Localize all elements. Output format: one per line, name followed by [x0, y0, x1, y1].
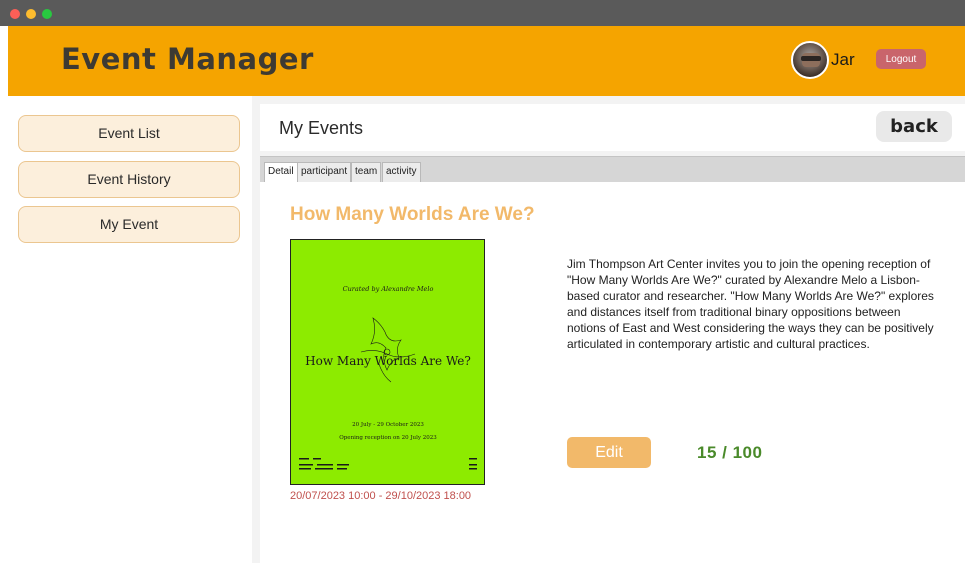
avatar-visor-icon [801, 56, 821, 61]
close-window-icon[interactable] [10, 9, 20, 19]
event-poster: Curated by Alexandre Melo How Many World… [290, 239, 485, 485]
participant-capacity: 15 / 100 [697, 443, 763, 462]
tab-team[interactable]: team [351, 162, 382, 182]
event-dates: 20/07/2023 10:00 - 29/10/2023 18:00 [290, 490, 472, 502]
sidebar: Event List Event History My Event [8, 96, 252, 563]
poster-footer-marks [299, 458, 477, 470]
minimize-window-icon[interactable] [26, 9, 36, 19]
window-titlebar [0, 0, 965, 26]
sidebar-item-event-list[interactable]: Event List [18, 115, 240, 152]
event-description: Jim Thompson Art Center invites you to j… [567, 257, 934, 351]
poster-artwork: Curated by Alexandre Melo How Many World… [299, 285, 477, 470]
event-title: How Many Worlds Are We? [290, 204, 535, 225]
tab-bar: Detail participant team activity [260, 156, 965, 182]
poster-figure-icon [360, 317, 416, 383]
tab-detail[interactable]: Detail [264, 162, 298, 182]
sidebar-item-my-event[interactable]: My Event [18, 206, 240, 243]
app-header: Event Manager Jar Logout [8, 26, 965, 96]
back-button[interactable]: back [876, 111, 952, 142]
edit-button[interactable]: Edit [567, 437, 651, 468]
poster-curator-line: Curated by Alexandre Melo [343, 285, 434, 293]
main-panel: My Events back Detail participant team a… [252, 96, 965, 563]
poster-title-text: How Many Worlds Are We? [305, 354, 471, 368]
app-title: Event Manager [61, 42, 314, 76]
page-title: My Events [279, 118, 364, 138]
logout-button[interactable]: Logout [876, 49, 926, 69]
sidebar-item-event-history[interactable]: Event History [18, 161, 240, 198]
page-header: My Events back [260, 104, 965, 151]
tab-participant[interactable]: participant [297, 162, 352, 182]
username: Jar [831, 50, 855, 69]
avatar[interactable] [791, 41, 829, 79]
event-detail-panel: How Many Worlds Are We? Curated by Alexa… [260, 182, 965, 563]
tab-activity[interactable]: activity [382, 162, 421, 182]
maximize-window-icon[interactable] [42, 9, 52, 19]
poster-date-line: 20 July - 29 October 2023 [352, 422, 424, 428]
poster-opening-line: Opening reception on 20 July 2023 [339, 435, 437, 441]
